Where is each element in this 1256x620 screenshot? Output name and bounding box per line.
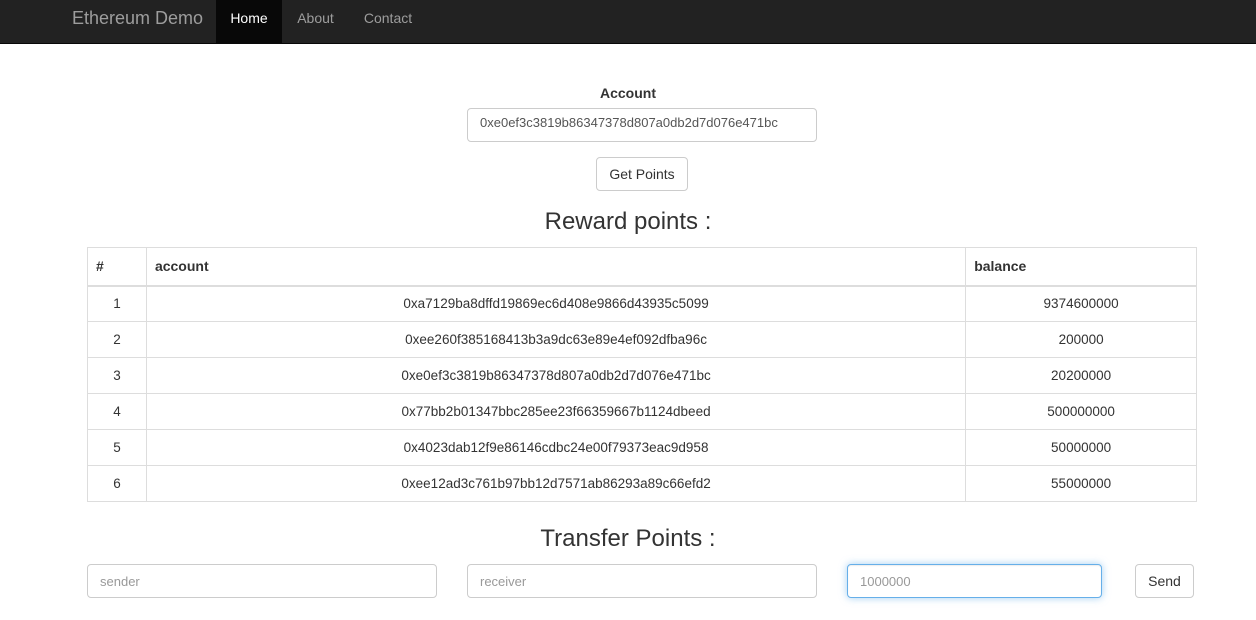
table-row: 4 0x77bb2b01347bbc285ee23f66359667b1124d… bbox=[87, 393, 1197, 430]
table-row: 1 0xa7129ba8dffd19869ec6d408e9866d43935c… bbox=[87, 285, 1197, 322]
nav-about[interactable]: About bbox=[282, 0, 349, 43]
sender-input[interactable] bbox=[87, 564, 437, 598]
brand-link[interactable]: Ethereum Demo bbox=[72, 0, 203, 43]
row-number: 5 bbox=[87, 429, 147, 466]
transfer-points-title: Transfer Points : bbox=[540, 525, 716, 552]
row-balance: 55000000 bbox=[965, 465, 1197, 502]
row-balance: 200000 bbox=[965, 321, 1197, 358]
nav-home[interactable]: Home bbox=[216, 0, 282, 43]
row-number: 3 bbox=[87, 357, 147, 394]
reward-table: # account balance 1 0xa7129ba8dffd19869e… bbox=[87, 247, 1197, 502]
row-balance: 500000000 bbox=[965, 393, 1197, 430]
table-row: 2 0xee260f385168413b3a9dc63e89e4ef092dfb… bbox=[87, 321, 1197, 358]
receiver-input[interactable] bbox=[467, 564, 817, 598]
reward-points-title: Reward points : bbox=[544, 208, 712, 235]
row-number: 6 bbox=[87, 465, 147, 502]
table-row: 6 0xee12ad3c761b97bb12d7571ab86293a89c66… bbox=[87, 465, 1197, 502]
account-label: Account bbox=[600, 85, 656, 101]
amount-input[interactable] bbox=[847, 564, 1102, 598]
row-balance: 9374600000 bbox=[965, 285, 1197, 322]
row-number: 4 bbox=[87, 393, 147, 430]
account-input[interactable]: 0xe0ef3c3819b86347378d807a0db2d7d076e471… bbox=[467, 108, 817, 142]
row-account: 0xe0ef3c3819b86347378d807a0db2d7d076e471… bbox=[145, 357, 967, 394]
row-balance: 50000000 bbox=[965, 429, 1197, 466]
row-number: 2 bbox=[87, 321, 147, 358]
row-account: 0xee12ad3c761b97bb12d7571ab86293a89c66ef… bbox=[145, 465, 967, 502]
top-navbar: Ethereum Demo Home About Contact bbox=[0, 0, 1256, 44]
table-row: 5 0x4023dab12f9e86146cdbc24e00f79373eac9… bbox=[87, 429, 1197, 466]
get-points-button[interactable]: Get Points bbox=[596, 157, 688, 191]
row-account: 0x4023dab12f9e86146cdbc24e00f79373eac9d9… bbox=[145, 429, 967, 466]
row-account: 0xee260f385168413b3a9dc63e89e4ef092dfba9… bbox=[145, 321, 967, 358]
column-header-balance: balance bbox=[965, 247, 1197, 287]
row-number: 1 bbox=[87, 285, 147, 322]
row-balance: 20200000 bbox=[965, 357, 1197, 394]
table-row: 3 0xe0ef3c3819b86347378d807a0db2d7d076e4… bbox=[87, 357, 1197, 394]
column-header-account: account bbox=[145, 247, 967, 287]
row-account: 0xa7129ba8dffd19869ec6d408e9866d43935c50… bbox=[145, 285, 967, 322]
column-header-number: # bbox=[87, 247, 147, 287]
send-button[interactable]: Send bbox=[1135, 564, 1194, 598]
table-header-row: # account balance bbox=[87, 247, 1197, 287]
row-account: 0x77bb2b01347bbc285ee23f66359667b1124dbe… bbox=[145, 393, 967, 430]
nav-contact[interactable]: Contact bbox=[349, 0, 427, 43]
